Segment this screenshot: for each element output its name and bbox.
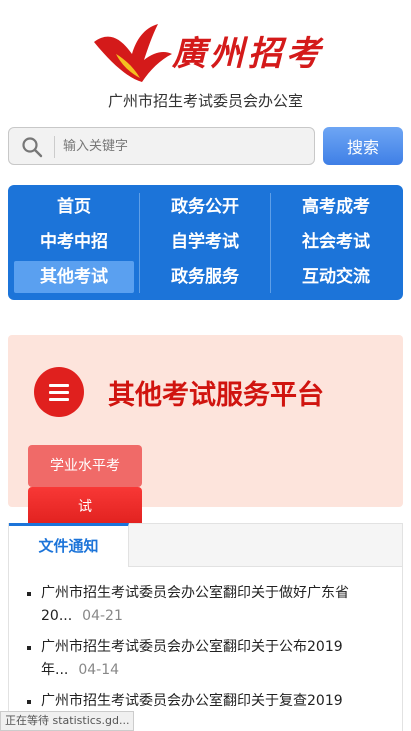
bullet-icon bbox=[27, 646, 31, 650]
menu-icon[interactable] bbox=[34, 367, 84, 417]
news-date: 04-21 bbox=[82, 608, 123, 624]
search-button[interactable]: 搜索 bbox=[323, 127, 403, 165]
nav-item-zhongkao[interactable]: 中考中招 bbox=[14, 226, 134, 258]
academic-level-exam-button[interactable]: 学业水平考 bbox=[28, 445, 142, 487]
nav-item-government-affairs[interactable]: 政务公开 bbox=[145, 191, 265, 223]
news-date: 04-14 bbox=[78, 662, 120, 678]
nav-item-interaction[interactable]: 互动交流 bbox=[276, 261, 396, 293]
nav-item-other-exams[interactable]: 其他考试 bbox=[14, 261, 134, 293]
news-title: 广州市招生考试委员会办公室翻印关于做好广东省 bbox=[41, 585, 349, 601]
news-title: 广州市招生考试委员会办公室翻印关于公布2019 bbox=[41, 639, 343, 655]
browser-status-bar: 正在等待 statistics.gd... bbox=[0, 711, 135, 731]
academic-level-exam-button-continued[interactable]: 试 bbox=[28, 487, 142, 527]
banner-title: 其他考试服务平台 bbox=[108, 380, 324, 411]
nav-item-home[interactable]: 首页 bbox=[14, 191, 134, 223]
nav-item-self-study-exam[interactable]: 自学考试 bbox=[145, 226, 265, 258]
tab-strip: 文件通知 bbox=[9, 523, 402, 567]
nav-item-social-exam[interactable]: 社会考试 bbox=[276, 226, 396, 258]
site-subtitle: 广州市招生考试委员会办公室 bbox=[107, 92, 303, 110]
search-icon bbox=[22, 137, 43, 158]
site-header: 廣州招考 广州市招生考试委员会办公室 bbox=[0, 0, 411, 120]
main-nav: 首页 政务公开 高考成考 中考中招 自学考试 社会考试 其他考试 政务服务 互动… bbox=[8, 185, 403, 300]
search-divider bbox=[54, 136, 55, 158]
bullet-icon bbox=[27, 592, 31, 596]
news-title-continued: 年... bbox=[41, 662, 69, 678]
search-box[interactable] bbox=[8, 127, 315, 165]
news-title: 广州市招生考试委员会办公室翻印关于复查2019 bbox=[41, 693, 343, 709]
news-title-continued: 20... bbox=[41, 608, 73, 624]
notice-panel: 文件通知 广州市招生考试委员会办公室翻印关于做好广东省 20... 04-21 广… bbox=[8, 523, 403, 731]
tab-file-notice[interactable]: 文件通知 bbox=[9, 523, 129, 567]
search-input[interactable] bbox=[63, 132, 303, 160]
logo-text: 廣州招考 bbox=[172, 34, 324, 74]
bullet-icon bbox=[27, 700, 31, 704]
nav-divider bbox=[270, 193, 271, 293]
nav-item-government-services[interactable]: 政务服务 bbox=[145, 261, 265, 293]
nav-divider bbox=[139, 193, 140, 293]
nav-item-gaokao[interactable]: 高考成考 bbox=[276, 191, 396, 223]
service-banner: 其他考试服务平台 学业水平考 试 bbox=[8, 335, 403, 527]
